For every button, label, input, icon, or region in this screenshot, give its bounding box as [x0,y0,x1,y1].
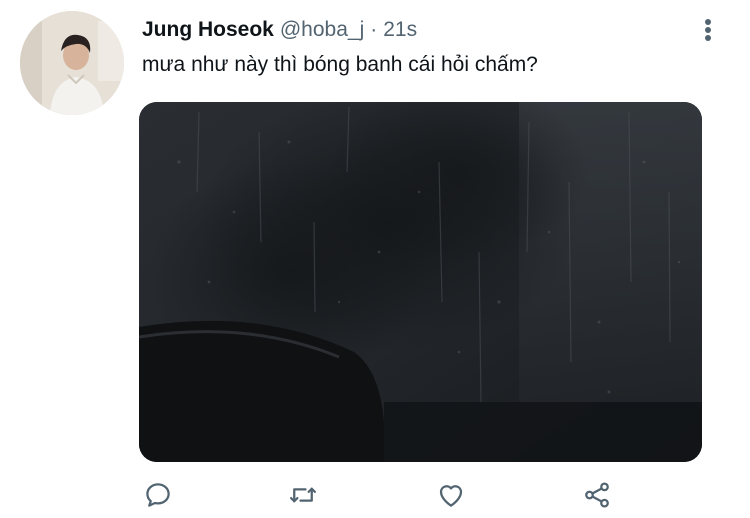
retweet-icon [290,487,316,503]
share-icon [585,482,609,508]
author-name[interactable]: Jung Hoseok [142,18,274,41]
reply-icon [146,483,170,507]
heart-icon [439,485,463,507]
reply-button[interactable] [141,478,175,512]
retweet-button[interactable] [286,478,320,512]
tweet-text: mưa như này thì bóng banh cái hỏi chấm? [142,53,538,76]
like-button[interactable] [434,478,468,512]
tweet-media[interactable] [139,102,702,462]
avatar[interactable] [20,11,124,115]
more-options-button[interactable] [696,14,720,46]
media-image [139,102,702,462]
share-button[interactable] [580,478,614,512]
author-handle[interactable]: @hoba_j [280,18,364,41]
separator-dot: · [370,18,378,41]
tweet-timestamp[interactable]: 21s [383,18,417,41]
tweet-header: Jung Hoseok @hoba_j · 21s [142,16,417,44]
avatar-photo [20,11,124,115]
tweet-actions [0,470,750,518]
more-vertical-icon [705,19,711,41]
